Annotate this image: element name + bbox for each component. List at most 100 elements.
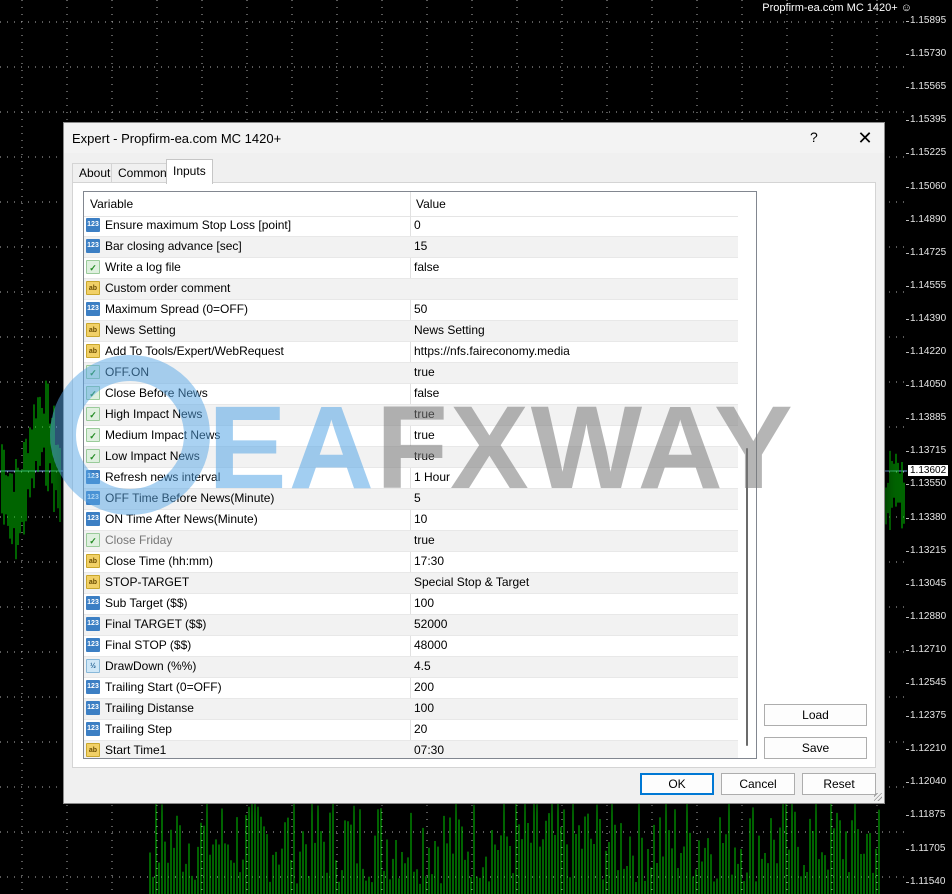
variable-value[interactable]: https://nfs.faireconomy.media	[414, 342, 570, 361]
price-tick-label: 1.14050	[905, 379, 947, 391]
variable-name: Low Impact News	[105, 449, 200, 463]
tab-inputs[interactable]: Inputs	[166, 159, 213, 184]
type-bool-icon: ✓	[86, 407, 100, 421]
variable-name: High Impact News	[105, 407, 203, 421]
variable-value[interactable]: false	[414, 384, 439, 403]
variable-value[interactable]: 4.5	[414, 657, 431, 676]
table-row[interactable]: ab STOP-TARGET Special Stop & Target	[84, 573, 738, 594]
variable-value[interactable]: 5	[414, 489, 421, 508]
type-str-icon: ab	[86, 575, 100, 589]
variable-value[interactable]: 1 Hour	[414, 468, 450, 487]
tab-common[interactable]: Common	[111, 163, 174, 183]
table-row[interactable]: 123 Final TARGET ($$) 52000	[84, 615, 738, 636]
variable-value[interactable]: 20	[414, 720, 427, 739]
variable-name: Medium Impact News	[105, 428, 221, 442]
price-tick-label: 1.12210	[905, 743, 947, 755]
price-tick-label: 1.13885	[905, 412, 947, 424]
variable-name: Write a log file	[105, 260, 181, 274]
variable-value[interactable]: true	[414, 426, 435, 445]
table-row[interactable]: ✓ High Impact News true	[84, 405, 738, 426]
variable-value[interactable]: 10	[414, 510, 427, 529]
variable-value[interactable]: 52000	[414, 615, 447, 634]
variable-value[interactable]: 07:30	[414, 741, 444, 758]
table-row[interactable]: ab Add To Tools/Expert/WebRequest https://…	[84, 342, 738, 363]
table-row[interactable]: 123 Maximum Spread (0=OFF) 50	[84, 300, 738, 321]
table-row[interactable]: ab Start Time1 07:30	[84, 741, 738, 758]
variable-value[interactable]: Special Stop & Target	[414, 573, 529, 592]
price-tick-label: 1.11705	[905, 842, 946, 854]
type-str-icon: ab	[86, 323, 100, 337]
vertical-scrollbar[interactable]	[738, 192, 755, 758]
table-row[interactable]: 123 Trailing Step 20	[84, 720, 738, 741]
variable-value[interactable]: 17:30	[414, 552, 444, 571]
variable-value[interactable]: 0	[414, 216, 421, 235]
type-num-icon: 123	[86, 239, 100, 253]
table-row[interactable]: ✓ OFF.ON true	[84, 363, 738, 384]
table-row[interactable]: 123 Final STOP ($$) 48000	[84, 636, 738, 657]
variable-name: Trailing Start (0=OFF)	[105, 680, 222, 694]
variable-value[interactable]: true	[414, 405, 435, 424]
cancel-button[interactable]: Cancel	[721, 773, 795, 795]
header-value[interactable]: Value	[410, 192, 446, 216]
chart-caption: Propfirm-ea.com MC 1420+ ☺	[762, 2, 912, 14]
table-row[interactable]: ½ DrawDown (%%) 4.5	[84, 657, 738, 678]
price-tick-label: 1.14725	[905, 246, 947, 258]
table-row[interactable]: 123 Bar closing advance [sec] 15	[84, 237, 738, 258]
table-row[interactable]: 123 Refresh news interval 1 Hour	[84, 468, 738, 489]
table-row[interactable]: 123 Trailing Distanse 100	[84, 699, 738, 720]
table-row[interactable]: 123 Sub Target ($$) 100	[84, 594, 738, 615]
variable-value[interactable]: 100	[414, 699, 434, 718]
dialog-titlebar[interactable]: Expert - Propfirm-ea.com MC 1420+ ? ✕	[64, 123, 884, 153]
variable-name: OFF Time Before News(Minute)	[105, 491, 275, 505]
price-tick-label: 1.15395	[905, 114, 947, 126]
reset-button[interactable]: Reset	[802, 773, 876, 795]
table-row[interactable]: ✓ Close Before News false	[84, 384, 738, 405]
type-str-icon: ab	[86, 344, 100, 358]
table-row[interactable]: 123 ON Time After News(Minute) 10	[84, 510, 738, 531]
variable-value[interactable]: 200	[414, 678, 434, 697]
type-num-icon: 123	[86, 596, 100, 610]
scrollbar-thumb[interactable]	[746, 448, 748, 746]
variable-name: News Setting	[105, 323, 176, 337]
table-row[interactable]: ab Close Time (hh:mm) 17:30	[84, 552, 738, 573]
variable-name: Final TARGET ($$)	[105, 617, 207, 631]
variable-value[interactable]: false	[414, 258, 439, 277]
type-bool-icon: ✓	[86, 449, 100, 463]
variable-value[interactable]: true	[414, 447, 435, 466]
table-row[interactable]: ab News Setting News Setting	[84, 321, 738, 342]
help-button[interactable]: ?	[810, 129, 818, 145]
variable-name: STOP-TARGET	[105, 575, 190, 589]
price-tick-label: 1.14555	[905, 279, 947, 291]
table-row[interactable]: ✓ Low Impact News true	[84, 447, 738, 468]
type-bool-icon: ✓	[86, 386, 100, 400]
variable-value[interactable]: 100	[414, 594, 434, 613]
variable-name: Bar closing advance [sec]	[105, 239, 242, 253]
variable-value[interactable]: true	[414, 531, 435, 550]
ok-button[interactable]: OK	[640, 773, 714, 795]
variable-value[interactable]: 48000	[414, 636, 447, 655]
table-row[interactable]: ab Custom order comment	[84, 279, 738, 300]
table-row[interactable]: 123 Trailing Start (0=OFF) 200	[84, 678, 738, 699]
table-row[interactable]: 123 OFF Time Before News(Minute) 5	[84, 489, 738, 510]
type-str-icon: ab	[86, 281, 100, 295]
variable-value[interactable]: 15	[414, 237, 427, 256]
table-row[interactable]: ✓ Write a log file false	[84, 258, 738, 279]
price-tick-label: 1.15895	[905, 15, 947, 26]
save-button[interactable]: Save	[764, 737, 867, 759]
table-row[interactable]: ✓ Medium Impact News true	[84, 426, 738, 447]
price-tick-label: 1.13715	[905, 445, 947, 457]
load-button[interactable]: Load	[764, 704, 867, 726]
table-row[interactable]: ✓ Close Friday true	[84, 531, 738, 552]
table-row[interactable]: 123 Ensure maximum Stop Loss [point] 0	[84, 216, 738, 237]
variable-value[interactable]: 50	[414, 300, 427, 319]
header-variable[interactable]: Variable	[84, 192, 133, 216]
inputs-panel: Variable Value 123 Ensure maximum Stop Lo…	[72, 182, 876, 768]
price-tick-label: 1.12710	[905, 643, 947, 655]
type-str-icon: ab	[86, 554, 100, 568]
type-num-icon: 123	[86, 722, 100, 736]
resize-grip-icon[interactable]	[874, 793, 882, 801]
variable-value[interactable]: true	[414, 363, 435, 382]
price-tick-label: 1.12040	[905, 776, 947, 788]
close-icon[interactable]: ✕	[850, 124, 880, 152]
variable-value[interactable]: News Setting	[414, 321, 485, 340]
